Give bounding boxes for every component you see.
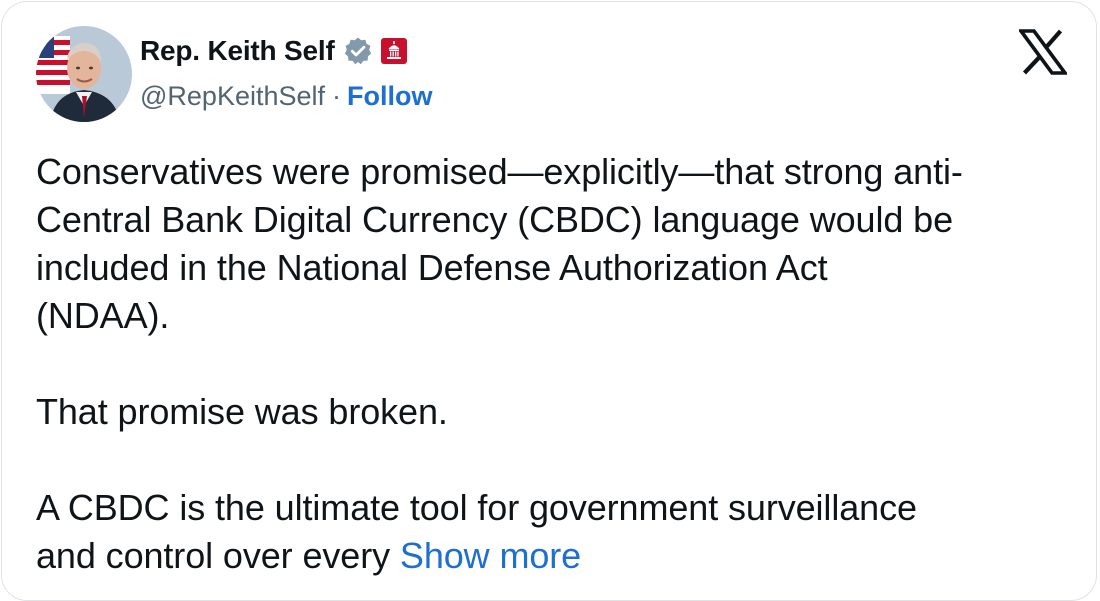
author-handle[interactable]: @RepKeithSelf: [140, 81, 325, 111]
author-handle-row: @RepKeithSelf · Follow: [140, 81, 433, 112]
tweet-line: Central Bank Digital Currency (CBDC) lan…: [36, 199, 954, 240]
tweet-line-text: and control over every: [36, 535, 390, 576]
author-name-row: Rep. Keith Self: [140, 35, 407, 67]
show-more-link[interactable]: Show more: [400, 535, 581, 576]
tweet-line: That promise was broken.: [36, 391, 448, 432]
verified-badge-icon: [343, 36, 373, 66]
avatar[interactable]: [36, 26, 132, 122]
author-display-name[interactable]: Rep. Keith Self: [140, 35, 335, 67]
tweet-card: Rep. Keith Self @RepKeithSelf · Follow C…: [1, 1, 1097, 601]
tweet-line: Conservatives were promised—explicitly—t…: [36, 151, 963, 192]
tweet-line: A CBDC is the ultimate tool for governme…: [36, 487, 917, 528]
follow-button[interactable]: Follow: [347, 81, 432, 111]
x-logo-icon[interactable]: [1017, 29, 1069, 75]
tweet-line: (NDAA).: [36, 295, 170, 336]
tweet-line-last: and control over every Show more: [36, 532, 1076, 580]
handle-separator: ·: [332, 81, 342, 111]
us-capitol-badge-icon: [380, 38, 407, 64]
tweet-line: included in the National Defense Authori…: [36, 247, 828, 288]
tweet-text: Conservatives were promised—explicitly—t…: [36, 148, 1076, 580]
